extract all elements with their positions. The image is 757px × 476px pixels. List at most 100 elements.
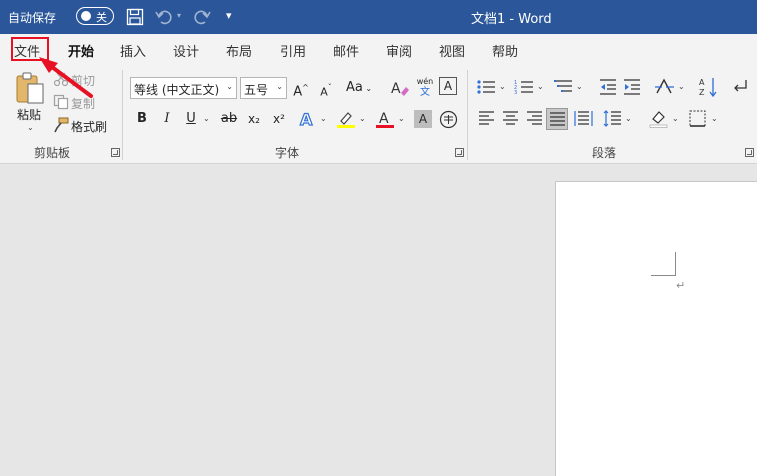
line-spacing-icon[interactable] xyxy=(603,109,622,128)
document-title: 文档1 - Word xyxy=(471,12,552,27)
ribbon-tabs: 文件 开始 插入 设计 布局 引用 邮件 审阅 视图 帮助 xyxy=(0,34,757,64)
format-painter-icon[interactable] xyxy=(53,117,69,133)
font-name-combo[interactable]: 等线 (中文正文) ⌄ xyxy=(130,77,237,99)
group-separator xyxy=(122,70,123,160)
show-formatting-marks-icon[interactable] xyxy=(731,78,749,96)
subscript-button[interactable]: x₂ xyxy=(243,108,265,130)
italic-icon: I xyxy=(164,111,170,126)
tab-references[interactable]: 引用 xyxy=(280,41,306,60)
strikethrough-button[interactable]: ab xyxy=(218,108,240,130)
superscript-icon: x² xyxy=(273,112,285,126)
copy-icon[interactable] xyxy=(53,94,69,110)
title-bar: 自动保存 关 ▾ ▾ 文档1 - Word xyxy=(0,0,757,34)
paste-icon[interactable] xyxy=(15,72,45,106)
tab-view[interactable]: 视图 xyxy=(439,41,465,60)
redo-icon[interactable] xyxy=(193,8,211,26)
clipboard-launcher-icon[interactable] xyxy=(111,148,120,157)
shrink-font-button[interactable]: Aˇ xyxy=(315,77,337,99)
paragraph-launcher-icon[interactable] xyxy=(745,148,754,157)
highlight-icon[interactable] xyxy=(336,109,356,129)
grow-font-button[interactable]: A^ xyxy=(290,77,312,99)
underline-dropdown-icon[interactable]: ⌄ xyxy=(203,114,210,123)
decrease-indent-icon[interactable] xyxy=(599,78,617,96)
distributed-icon[interactable] xyxy=(574,109,593,128)
undo-dropdown-icon[interactable]: ▾ xyxy=(177,11,181,20)
tab-layout[interactable]: 布局 xyxy=(226,41,252,60)
multilevel-list-icon[interactable] xyxy=(553,78,573,96)
document-page[interactable]: ↵ xyxy=(555,181,757,476)
increase-indent-icon[interactable] xyxy=(623,78,641,96)
font-group-label: 字体 xyxy=(275,146,300,160)
line-spacing-dropdown-icon[interactable]: ⌄ xyxy=(625,114,632,123)
enclose-characters-icon[interactable] xyxy=(439,110,458,129)
highlight-dropdown-icon[interactable]: ⌄ xyxy=(359,114,366,123)
strikethrough-icon: ab xyxy=(220,111,238,126)
font-size-combo[interactable]: 五号 ⌄ xyxy=(240,77,287,99)
underline-button[interactable]: U xyxy=(180,108,202,130)
shading-icon[interactable] xyxy=(649,109,668,128)
chinese-layout-icon[interactable] xyxy=(654,77,676,97)
shrink-font-icon: A xyxy=(320,85,328,99)
copy-label[interactable]: 复制 xyxy=(71,95,95,112)
chevron-down-icon: ⌄ xyxy=(276,82,283,91)
save-icon[interactable] xyxy=(126,8,144,26)
tab-insert[interactable]: 插入 xyxy=(120,41,146,60)
align-left-icon[interactable] xyxy=(478,110,495,127)
font-color-dropdown-icon[interactable]: ⌄ xyxy=(398,114,405,123)
justify-button[interactable] xyxy=(546,108,568,130)
cut-icon[interactable] xyxy=(53,71,69,87)
text-effects-icon[interactable]: A xyxy=(298,109,318,129)
italic-button[interactable]: I xyxy=(156,108,178,130)
tab-home[interactable]: 开始 xyxy=(68,41,94,60)
svg-text:A: A xyxy=(699,78,705,87)
underline-icon: U xyxy=(186,111,196,126)
ribbon-home: 粘贴 ⌄ 剪切 复制 格式刷 剪贴板 等线 (中文正文) ⌄ 五号 ⌄ A^ A… xyxy=(0,64,757,164)
document-canvas[interactable]: ↵ xyxy=(0,165,757,476)
font-launcher-icon[interactable] xyxy=(455,148,464,157)
bold-button[interactable]: B xyxy=(131,108,153,130)
chinese-layout-dropdown-icon[interactable]: ⌄ xyxy=(678,82,685,91)
chevron-down-icon: ⌄ xyxy=(226,82,233,91)
sort-icon[interactable]: A Z xyxy=(698,76,718,98)
align-right-icon[interactable] xyxy=(526,110,543,127)
clear-formatting-icon[interactable]: A xyxy=(389,77,411,99)
svg-text:Z: Z xyxy=(699,88,705,97)
phonetic-bottom-text: 文 xyxy=(420,87,430,98)
align-center-icon[interactable] xyxy=(502,110,519,127)
font-color-icon[interactable]: A xyxy=(375,109,395,129)
tab-mailings[interactable]: 邮件 xyxy=(333,41,359,60)
tab-help[interactable]: 帮助 xyxy=(492,41,518,60)
undo-icon[interactable] xyxy=(155,8,173,26)
numbering-icon[interactable]: 1 2 3 xyxy=(514,78,534,96)
justify-icon xyxy=(550,112,565,126)
phonetic-top-text: wén xyxy=(416,77,434,86)
character-shading-button[interactable]: A xyxy=(414,110,432,128)
svg-text:3: 3 xyxy=(514,90,517,96)
character-border-button[interactable]: A xyxy=(439,77,457,95)
borders-icon[interactable] xyxy=(688,109,707,128)
borders-dropdown-icon[interactable]: ⌄ xyxy=(711,114,718,123)
phonetic-guide-button[interactable]: wén 文 xyxy=(414,76,436,98)
change-case-button[interactable]: Aa ⌄ xyxy=(344,77,374,99)
text-effects-dropdown-icon[interactable]: ⌄ xyxy=(320,114,327,123)
customize-toolbar-icon[interactable]: ▾ xyxy=(226,9,232,22)
numbering-dropdown-icon[interactable]: ⌄ xyxy=(537,82,544,91)
superscript-button[interactable]: x² xyxy=(268,108,290,130)
bullets-dropdown-icon[interactable]: ⌄ xyxy=(499,82,506,91)
bullets-icon[interactable] xyxy=(476,78,496,96)
tab-review[interactable]: 审阅 xyxy=(386,41,412,60)
toggle-knob xyxy=(81,11,91,21)
paste-label[interactable]: 粘贴 xyxy=(17,106,41,123)
autosave-toggle[interactable]: 关 xyxy=(76,7,114,25)
cut-label[interactable]: 剪切 xyxy=(71,72,95,89)
subscript-icon: x₂ xyxy=(248,112,260,126)
group-separator xyxy=(467,70,468,160)
bold-icon: B xyxy=(137,111,147,126)
format-painter-label[interactable]: 格式刷 xyxy=(71,118,107,135)
margin-corner-mark xyxy=(651,252,676,276)
character-shading-icon: A xyxy=(418,112,428,126)
shading-dropdown-icon[interactable]: ⌄ xyxy=(672,114,679,123)
multilevel-list-dropdown-icon[interactable]: ⌄ xyxy=(576,82,583,91)
tab-design[interactable]: 设计 xyxy=(173,41,199,60)
paste-dropdown-icon[interactable]: ⌄ xyxy=(27,123,34,132)
